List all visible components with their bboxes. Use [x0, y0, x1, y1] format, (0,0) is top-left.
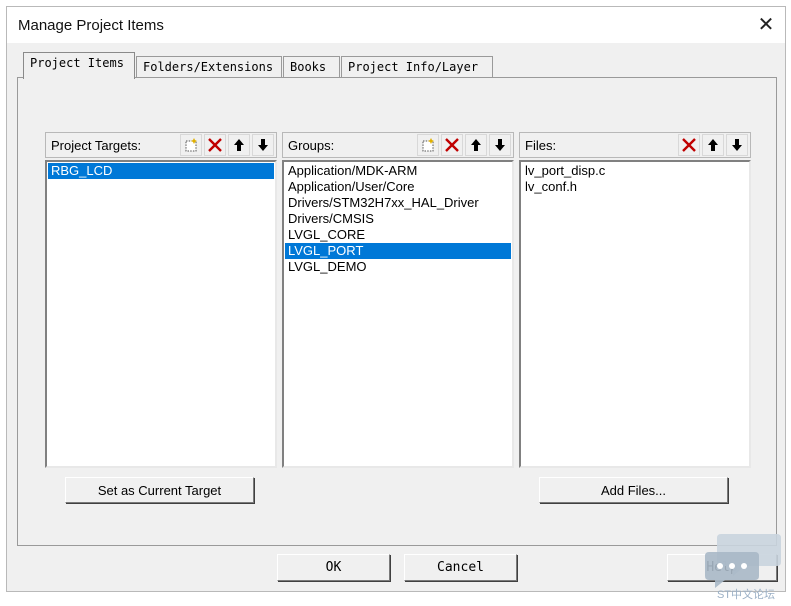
chat-bubble-icon — [705, 534, 781, 588]
new-item-icon — [422, 138, 434, 152]
groups-label: Groups: — [288, 138, 335, 153]
new-group-button[interactable] — [417, 134, 439, 156]
arrow-down-icon — [732, 139, 742, 151]
list-item[interactable]: LVGL_CORE — [285, 227, 511, 243]
groups-list[interactable]: Application/MDK-ARM Application/User/Cor… — [282, 160, 514, 468]
list-item[interactable]: lv_conf.h — [522, 179, 748, 195]
move-group-up-button[interactable] — [465, 134, 487, 156]
files-label: Files: — [525, 138, 557, 153]
arrow-down-icon — [258, 139, 268, 151]
files-list[interactable]: lv_port_disp.c lv_conf.h — [519, 160, 751, 468]
delete-group-button[interactable] — [441, 134, 463, 156]
files-header: Files: — [519, 132, 751, 158]
list-item[interactable]: lv_port_disp.c — [522, 163, 748, 179]
dialog-title: Manage Project Items — [18, 17, 164, 34]
list-item[interactable]: Application/MDK-ARM — [285, 163, 511, 179]
move-file-up-button[interactable] — [702, 134, 724, 156]
tab-label: Books — [290, 60, 327, 74]
move-group-down-button[interactable] — [489, 134, 511, 156]
delete-target-button[interactable] — [204, 134, 226, 156]
ok-button[interactable]: OK — [277, 554, 390, 581]
delete-file-button[interactable] — [678, 134, 700, 156]
delete-icon — [445, 138, 459, 152]
manage-project-items-dialog: Manage Project Items ✕ Project Items Fol… — [6, 6, 786, 592]
tab-label: Project Info/Layer — [348, 60, 479, 74]
delete-icon — [682, 138, 696, 152]
delete-icon — [208, 138, 222, 152]
tab-books[interactable]: Books — [283, 56, 340, 77]
arrow-up-icon — [708, 139, 718, 151]
list-item[interactable]: RBG_LCD — [48, 163, 274, 179]
tab-project-info-layer[interactable]: Project Info/Layer — [341, 56, 493, 77]
new-item-icon — [185, 138, 197, 152]
arrow-down-icon — [495, 139, 505, 151]
move-target-down-button[interactable] — [252, 134, 274, 156]
cancel-button[interactable]: Cancel — [404, 554, 517, 581]
list-item[interactable]: Drivers/CMSIS — [285, 211, 511, 227]
project-items-panel: Project Targets: RBG_LCD Groups: Applica… — [17, 77, 777, 546]
new-target-button[interactable] — [180, 134, 202, 156]
list-item[interactable]: Drivers/STM32H7xx_HAL_Driver — [285, 195, 511, 211]
files-group: Files: lv_port_disp.c lv_conf.h — [519, 132, 751, 468]
forum-watermark: ST中文论坛 — [705, 532, 785, 602]
tab-project-items[interactable]: Project Items — [23, 52, 135, 79]
move-file-down-button[interactable] — [726, 134, 748, 156]
tab-label: Folders/Extensions — [143, 60, 274, 74]
watermark-text: ST中文论坛 — [716, 589, 775, 601]
project-targets-list[interactable]: RBG_LCD — [45, 160, 277, 468]
project-targets-label: Project Targets: — [51, 138, 142, 153]
groups-header: Groups: — [282, 132, 514, 158]
title-bar: Manage Project Items ✕ — [7, 7, 785, 43]
groups-group: Groups: Application/MDK-ARM Application/… — [282, 132, 514, 468]
tab-label: Project Items — [30, 56, 124, 70]
add-files-button[interactable]: Add Files... — [539, 477, 728, 503]
close-icon[interactable]: ✕ — [755, 13, 777, 36]
tab-strip: Project Items Folders/Extensions Books P… — [17, 51, 777, 79]
list-item[interactable]: LVGL_DEMO — [285, 259, 511, 275]
arrow-up-icon — [471, 139, 481, 151]
project-targets-group: Project Targets: RBG_LCD — [45, 132, 277, 468]
move-target-up-button[interactable] — [228, 134, 250, 156]
tab-folders-extensions[interactable]: Folders/Extensions — [136, 56, 282, 77]
set-as-current-target-button[interactable]: Set as Current Target — [65, 477, 254, 503]
list-item[interactable]: Application/User/Core — [285, 179, 511, 195]
list-item[interactable]: LVGL_PORT — [285, 243, 511, 259]
arrow-up-icon — [234, 139, 244, 151]
project-targets-header: Project Targets: — [45, 132, 277, 158]
